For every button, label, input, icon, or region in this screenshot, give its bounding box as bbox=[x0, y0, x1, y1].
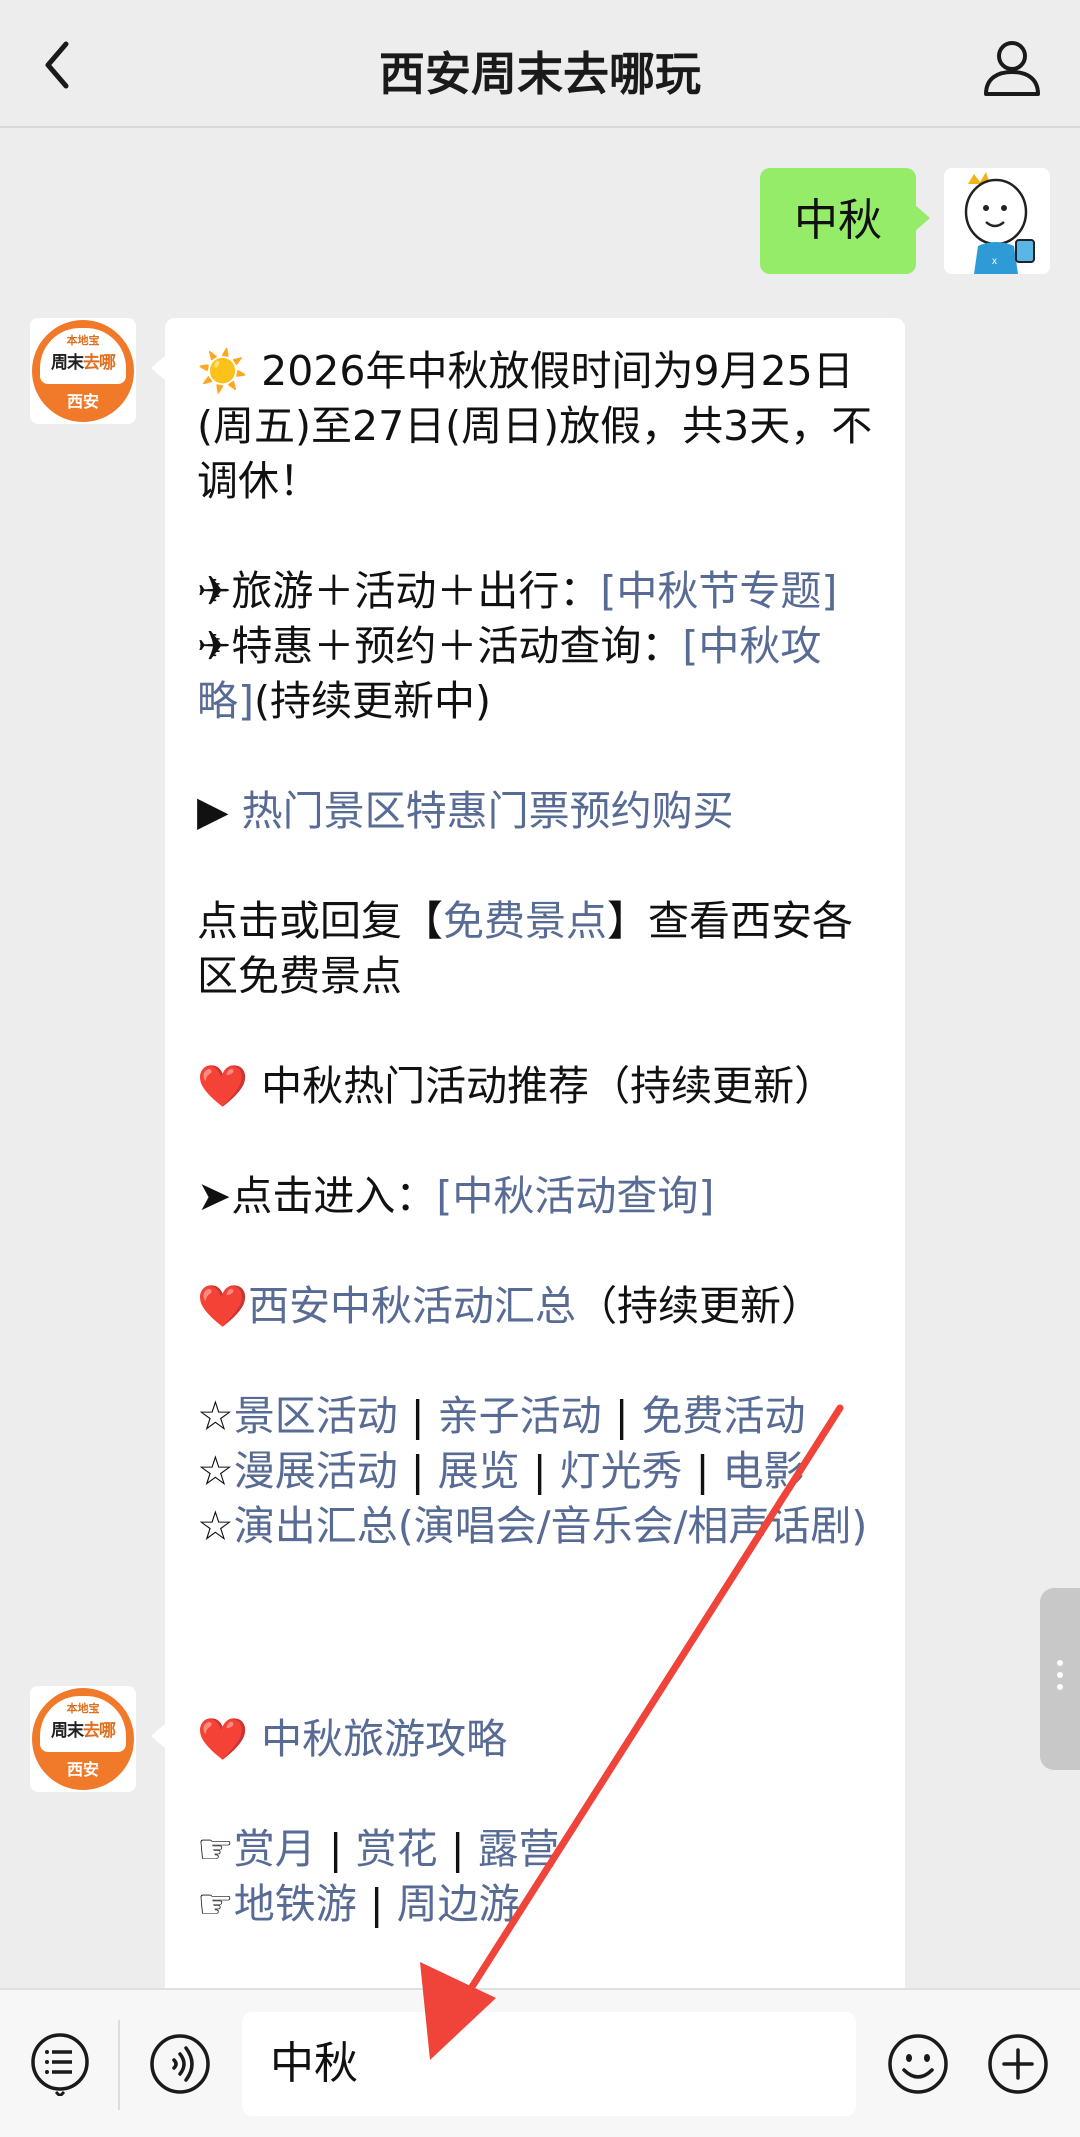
side-drawer-handle[interactable] bbox=[1040, 1588, 1080, 1770]
guide-line: ✈特惠＋预约＋活动查询：[中秋攻略](持续更新中) bbox=[197, 622, 822, 725]
heart-icon: ❤️ bbox=[197, 1715, 249, 1763]
comic-expo-link[interactable]: 漫展活动 bbox=[234, 1447, 398, 1495]
toolbar-divider bbox=[118, 2020, 120, 2110]
travel-guide-link[interactable]: 中秋旅游攻略 bbox=[261, 1715, 507, 1763]
plus-icon[interactable] bbox=[986, 2032, 1050, 2096]
person-icon[interactable] bbox=[980, 36, 1044, 100]
official-account-logo: 本地宝 周末去哪 西安 bbox=[32, 320, 134, 422]
navigation-bar: 西安周末去哪玩 bbox=[0, 0, 1080, 128]
official-account-avatar[interactable]: 本地宝 周末去哪 西安 bbox=[30, 1686, 136, 1792]
flower-viewing-link[interactable]: 赏花 bbox=[356, 1825, 438, 1873]
logo-city-text: 西安 bbox=[66, 1760, 99, 1779]
travel-guide-line: ❤️ 中秋旅游攻略 bbox=[197, 1712, 873, 1767]
scenic-activities-link[interactable]: 景区活动 bbox=[234, 1392, 398, 1440]
activity-query-link[interactable]: [中秋活动查询] bbox=[436, 1172, 714, 1220]
incoming-message-bubble-1: ☀️ 2026年中秋放假时间为9月25日(周五)至27日(周日)放假，共3天，不… bbox=[151, 318, 905, 1772]
category-row-2: ☆漫展活动 | 展览 | 灯光秀 | 电影 bbox=[197, 1447, 805, 1495]
official-account-logo: 本地宝 周末去哪 西安 bbox=[32, 1688, 134, 1790]
voice-icon[interactable] bbox=[148, 2032, 212, 2096]
category-row-1: ☆景区活动 | 亲子活动 | 免费活动 bbox=[197, 1392, 806, 1440]
pointing-hand-icon: ☞ bbox=[197, 1825, 234, 1873]
logo-main-text: 周末去哪 bbox=[51, 353, 116, 373]
free-spots-line: 点击或回复【免费景点】查看西安各区免费景点 bbox=[197, 897, 853, 1000]
guide-row-2: ☞地铁游 | 周边游 bbox=[197, 1880, 520, 1928]
category-row-3: ☆演出汇总(演唱会/音乐会/相声话剧) bbox=[197, 1499, 873, 1554]
activity-summary-link[interactable]: 西安中秋活动汇总 bbox=[248, 1282, 576, 1330]
free-activities-link[interactable]: 免费活动 bbox=[642, 1392, 806, 1440]
outgoing-message-row: 中秋 x bbox=[650, 168, 1050, 274]
camping-link[interactable]: 露营 bbox=[478, 1825, 560, 1873]
cartoon-avatar-icon: x bbox=[944, 168, 1050, 274]
star-icon: ☆ bbox=[197, 1502, 234, 1550]
sun-icon: ☀️ bbox=[197, 347, 249, 395]
incoming-message-bubble-2: ❤️ 中秋旅游攻略 ☞赏月 | 赏花 | 露营 ☞地铁游 | 周边游 bbox=[151, 1686, 905, 1988]
pointing-hand-icon: ☞ bbox=[197, 1880, 234, 1928]
moon-viewing-link[interactable]: 赏月 bbox=[234, 1825, 316, 1873]
message-input[interactable]: 中秋 bbox=[242, 2012, 856, 2116]
logo-top-text: 本地宝 bbox=[66, 1702, 100, 1715]
family-activities-link[interactable]: 亲子活动 bbox=[438, 1392, 602, 1440]
star-icon: ☆ bbox=[197, 1392, 234, 1440]
tickets-line: ▶ 热门景区特惠门票预约购买 bbox=[197, 787, 734, 835]
performances-link[interactable]: 演出汇总(演唱会/音乐会/相声话剧) bbox=[234, 1502, 868, 1550]
free-spots-link[interactable]: 免费景点 bbox=[443, 897, 607, 945]
movie-link[interactable]: 电影 bbox=[722, 1447, 804, 1495]
star-icon: ☆ bbox=[197, 1447, 234, 1495]
nearby-tour-link[interactable]: 周边游 bbox=[397, 1880, 520, 1928]
svg-text:x: x bbox=[992, 256, 997, 267]
outgoing-message-bubble[interactable]: 中秋 bbox=[760, 168, 930, 274]
logo-city-text: 西安 bbox=[66, 392, 99, 411]
tickets-link[interactable]: 热门景区特惠门票预约购买 bbox=[242, 787, 734, 835]
activity-summary-line: ❤️西安中秋活动汇总（持续更新） bbox=[197, 1282, 823, 1330]
my-avatar[interactable]: x bbox=[944, 168, 1050, 274]
exhibition-link[interactable]: 展览 bbox=[438, 1447, 520, 1495]
activity-query-line: ➤点击进入：[中秋活动查询] bbox=[197, 1172, 715, 1220]
hot-activities-line: ❤️ 中秋热门活动推荐（持续更新） bbox=[197, 1062, 836, 1110]
input-toolbar: 中秋 bbox=[0, 1988, 1080, 2137]
list-menu-icon[interactable] bbox=[28, 2032, 92, 2096]
logo-top-text: 本地宝 bbox=[66, 334, 100, 347]
logo-main-text: 周末去哪 bbox=[51, 1721, 116, 1741]
emoji-icon[interactable] bbox=[886, 2032, 950, 2096]
page-title: 西安周末去哪玩 bbox=[379, 47, 701, 101]
guide-row-1: ☞赏月 | 赏花 | 露营 bbox=[197, 1825, 560, 1873]
topic-line: ✈旅游＋活动＋出行：[中秋节专题] bbox=[197, 567, 838, 615]
metro-tour-link[interactable]: 地铁游 bbox=[234, 1880, 357, 1928]
holiday-info-line: ☀️ 2026年中秋放假时间为9月25日(周五)至27日(周日)放假，共3天，不… bbox=[197, 347, 873, 505]
chat-area[interactable]: 中秋 x 本地宝 周末去哪 西安 ☀️ 2026年中秋放假时间为9月25日(周五… bbox=[0, 130, 1080, 1988]
heart-icon: ❤️ bbox=[197, 1282, 249, 1330]
light-show-link[interactable]: 灯光秀 bbox=[560, 1447, 683, 1495]
official-account-avatar[interactable]: 本地宝 周末去哪 西安 bbox=[30, 318, 136, 424]
mid-autumn-topic-link[interactable]: [中秋节专题] bbox=[600, 567, 837, 615]
heart-icon: ❤️ bbox=[197, 1062, 249, 1110]
